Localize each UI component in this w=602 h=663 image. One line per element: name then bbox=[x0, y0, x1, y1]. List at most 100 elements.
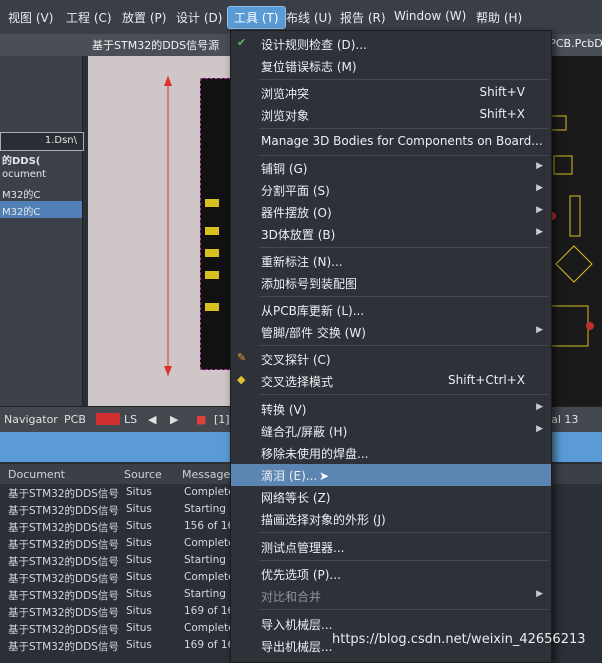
msg-src: Situs bbox=[126, 537, 152, 549]
tree-item-label: M32的C bbox=[2, 190, 41, 201]
menu-item-label: 浏览冲突 bbox=[261, 87, 310, 101]
menu-item-add-designator[interactable]: 添加标号到装配图 bbox=[231, 272, 551, 294]
menu-view[interactable]: 视图 (V) bbox=[8, 9, 53, 26]
msg-src: Situs bbox=[126, 622, 152, 634]
menu-item-testpoint-manager[interactable]: 测试点管理器... bbox=[231, 536, 551, 558]
menu-window[interactable]: Window (W) bbox=[394, 9, 466, 23]
menu-item-manage-3d-bodies[interactable]: Manage 3D Bodies for Components on Board… bbox=[231, 131, 551, 153]
menu-item-reset-error-markers[interactable]: 复位错误标志 (M) bbox=[231, 55, 551, 77]
col-document[interactable]: Document bbox=[8, 468, 65, 481]
menu-item-via-stitching[interactable]: 缝合孔/屏蔽 (H) ▶ bbox=[231, 420, 551, 442]
tree-item[interactable]: ocument bbox=[0, 167, 82, 184]
msg-text: 169 of 16 bbox=[184, 639, 235, 651]
menu-item-shortcut: Shift+X bbox=[479, 107, 525, 121]
menu-route[interactable]: 布线 (U) bbox=[286, 9, 332, 26]
msg-src: Situs bbox=[126, 588, 152, 600]
scroll-left-icon[interactable]: ◀ bbox=[148, 413, 156, 426]
menu-item-label: 移除未使用的焊盘... bbox=[261, 447, 369, 461]
tab-pcb[interactable]: IPCB.PcbDoc bbox=[546, 37, 602, 50]
menu-item-outline-selected[interactable]: 描画选择对象的外形 (J) bbox=[231, 508, 551, 530]
menu-item-label: 3D体放置 (B) bbox=[261, 228, 336, 242]
menu-item-cross-select-mode[interactable]: ◆ 交叉选择模式 Shift+Ctrl+X bbox=[231, 370, 551, 392]
menu-item-pin-part-swap[interactable]: 管脚/部件 交换 (W) ▶ bbox=[231, 321, 551, 343]
menu-item-label: 设计规则检查 (D)... bbox=[261, 38, 367, 52]
msg-src: Situs bbox=[126, 503, 152, 515]
menu-reports[interactable]: 报告 (R) bbox=[340, 9, 386, 26]
menu-item-label: 铺铜 (G) bbox=[261, 162, 308, 176]
menu-item-label: 器件摆放 (O) bbox=[261, 206, 332, 220]
col-source[interactable]: Source bbox=[124, 468, 162, 481]
msg-doc: 基于STM32的DDS信号 bbox=[8, 556, 119, 568]
tab-schematic[interactable]: 基于STM32的DDS信号源 bbox=[92, 37, 219, 53]
menu-item-convert[interactable]: 转换 (V) ▶ bbox=[231, 398, 551, 420]
msg-doc: 基于STM32的DDS信号 bbox=[8, 505, 119, 517]
drc-icon: ✔ bbox=[237, 36, 247, 49]
menu-separator bbox=[259, 609, 549, 610]
navigator-tab[interactable]: Navigator bbox=[4, 413, 58, 426]
menu-item-label: Manage 3D Bodies for Components on Board… bbox=[261, 134, 543, 148]
msg-doc: 基于STM32的DDS信号 bbox=[8, 488, 119, 500]
menu-place[interactable]: 放置 (P) bbox=[122, 9, 166, 26]
tools-menu: ✔ 设计规则检查 (D)... 复位错误标志 (M) 浏览冲突 Shift+V 浏览… bbox=[230, 30, 552, 663]
menu-item-compare-merge[interactable]: 对比和合并 ▶ bbox=[231, 585, 551, 607]
msg-doc: 基于STM32的DDS信号 bbox=[8, 539, 119, 551]
menu-project[interactable]: 工程 (C) bbox=[66, 9, 112, 26]
cross-probe-icon: ✎ bbox=[237, 351, 247, 364]
menu-item-browse-conflict[interactable]: 浏览冲突 Shift+V bbox=[231, 82, 551, 104]
menu-help[interactable]: 帮助 (H) bbox=[476, 9, 522, 26]
menu-item-design-rule-check[interactable]: ✔ 设计规则检查 (D)... bbox=[231, 33, 551, 55]
menu-item-label: 复位错误标志 (M) bbox=[261, 60, 357, 74]
menu-item-browse-object[interactable]: 浏览对象 Shift+X bbox=[231, 104, 551, 126]
menu-separator bbox=[259, 128, 549, 129]
pcb-tab[interactable]: PCB bbox=[64, 413, 86, 426]
menu-item-teardrops[interactable]: 滴泪 (E)... ➤ bbox=[231, 464, 551, 486]
menu-item-label: 对比和合并 bbox=[261, 590, 322, 604]
menu-tools[interactable]: 工具 (T) bbox=[227, 6, 286, 29]
menu-design[interactable]: 设计 (D) bbox=[176, 9, 222, 26]
menu-item-3d-body-placement[interactable]: 3D体放置 (B) ▶ bbox=[231, 223, 551, 245]
menu-item-cross-probe[interactable]: ✎ 交叉探针 (C) bbox=[231, 348, 551, 370]
menu-item-label: 添加标号到装配图 bbox=[261, 277, 358, 291]
submenu-arrow-icon: ▶ bbox=[536, 589, 543, 599]
menu-item-label: 缝合孔/屏蔽 (H) bbox=[261, 425, 348, 439]
msg-doc: 基于STM32的DDS信号 bbox=[8, 522, 119, 534]
menu-separator bbox=[259, 155, 549, 156]
menu-item-update-from-library[interactable]: 从PCB库更新 (L)... bbox=[231, 299, 551, 321]
msg-doc: 基于STM32的DDS信号 bbox=[8, 607, 119, 619]
tree-item[interactable]: 的DDS( bbox=[0, 150, 82, 167]
menu-separator bbox=[259, 532, 549, 533]
menu-item-label: 分割平面 (S) bbox=[261, 184, 330, 198]
tree-item-selected[interactable]: M32的C bbox=[0, 201, 82, 218]
scroll-right-icon[interactable]: ▶ bbox=[170, 413, 178, 426]
col-message[interactable]: Message bbox=[182, 468, 230, 481]
submenu-arrow-icon: ▶ bbox=[536, 205, 543, 215]
layer-color-swatch[interactable] bbox=[96, 413, 120, 425]
menu-item-remove-unused-pads[interactable]: 移除未使用的焊盘... bbox=[231, 442, 551, 464]
layer-set-ls[interactable]: LS bbox=[124, 413, 137, 426]
menu-item-label: 测试点管理器... bbox=[261, 541, 345, 555]
menu-item-label: 优先选项 (P)... bbox=[261, 568, 341, 582]
msg-doc: 基于STM32的DDS信号 bbox=[8, 624, 119, 636]
msg-text: 169 of 16 bbox=[184, 605, 235, 617]
menu-item-shortcut: Shift+V bbox=[479, 85, 525, 99]
page-indicator: [1] bbox=[214, 413, 230, 426]
msg-src: Situs bbox=[126, 520, 152, 532]
tree-item[interactable]: 1.Dsn\ bbox=[0, 132, 84, 151]
menu-item-re-annotate[interactable]: 重新标注 (N)... bbox=[231, 250, 551, 272]
menu-item-polygon-pour[interactable]: 铺铜 (G) ▶ bbox=[231, 157, 551, 179]
menu-separator bbox=[259, 345, 549, 346]
menu-separator bbox=[259, 560, 549, 561]
menu-item-label: 描画选择对象的外形 (J) bbox=[261, 513, 386, 527]
layer-square-icon[interactable]: ■ bbox=[196, 413, 206, 426]
menu-item-split-planes[interactable]: 分割平面 (S) ▶ bbox=[231, 179, 551, 201]
menu-item-label: 导入机械层... bbox=[261, 618, 333, 632]
msg-doc: 基于STM32的DDS信号 bbox=[8, 590, 119, 602]
msg-src: Situs bbox=[126, 571, 152, 583]
msg-doc: 基于STM32的DDS信号 bbox=[8, 573, 119, 585]
menu-item-component-placement[interactable]: 器件摆放 (O) ▶ bbox=[231, 201, 551, 223]
menu-item-preferences[interactable]: 优先选项 (P)... bbox=[231, 563, 551, 585]
menu-item-net-length-tuning[interactable]: 网络等长 (Z) bbox=[231, 486, 551, 508]
tree-item-label: ocument bbox=[2, 169, 47, 180]
menu-separator bbox=[259, 394, 549, 395]
tree-item[interactable]: M32的C bbox=[0, 184, 82, 201]
